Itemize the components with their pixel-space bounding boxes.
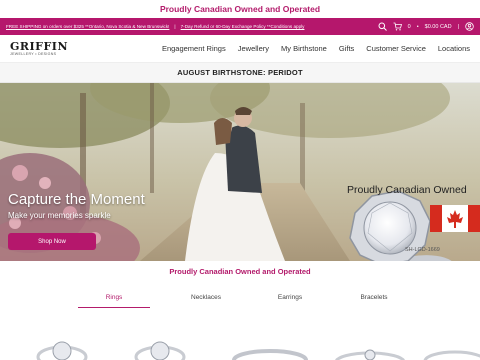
cart-count[interactable]: 0 (408, 24, 411, 30)
tab-bracelets[interactable]: Bracelets (346, 288, 402, 308)
account-icon[interactable] (465, 22, 474, 31)
product-image-1[interactable] (36, 341, 88, 360)
promo-separator: | (174, 24, 176, 29)
main-nav: Engagement Rings Jewellery My Birthstone… (162, 44, 470, 53)
logo-tagline: JEWELLERY • DESIGNS (10, 51, 57, 56)
nav-customer-service[interactable]: Customer Service (366, 44, 426, 53)
tab-necklaces[interactable]: Necklaces (178, 288, 234, 308)
promo-bar: FREE SHIPPING on orders over $325 **Onta… (0, 18, 480, 35)
promo-shipping-link[interactable]: FREE SHIPPING on orders over $325 **Onta… (6, 24, 169, 29)
promo-utilities: 0 • $0.00 CAD | (378, 22, 474, 31)
logo-wordmark: GRIFFIN (10, 39, 69, 53)
site-header: GRIFFIN JEWELLERY • DESIGNS Engagement R… (0, 35, 480, 63)
shop-now-button[interactable]: Shop Now (8, 233, 96, 250)
product-image-3[interactable] (232, 349, 308, 360)
tagline-bar: Proudly Canadian Owned and Operated (0, 261, 480, 281)
nav-locations[interactable]: Locations (438, 44, 470, 53)
tagline-text: Proudly Canadian Owned and Operated (169, 266, 311, 276)
site-logo[interactable]: GRIFFIN JEWELLERY • DESIGNS (10, 41, 68, 57)
birthstone-bar[interactable]: AUGUST BIRTHSTONE: PERIDOT (0, 63, 480, 83)
announcement-text: Proudly Canadian Owned and Operated (159, 4, 321, 14)
hero-subtitle: Make your memories sparkle (8, 211, 111, 220)
promo-refund-link[interactable]: 7-Day Refund or 60-Day Exchange Policy *… (181, 24, 305, 29)
tab-rings[interactable]: Rings (78, 288, 150, 308)
announcement-bar: Proudly Canadian Owned and Operated (0, 0, 480, 18)
hero-banner[interactable]: Capture the Moment Make your memories sp… (0, 83, 480, 261)
cart-icon[interactable] (393, 22, 402, 31)
nav-engagement-rings[interactable]: Engagement Rings (162, 44, 226, 53)
category-tabs: Rings Necklaces Earrings Bracelets (0, 281, 480, 315)
product-sku: SH-LGD-1669 (405, 247, 440, 253)
search-icon[interactable] (378, 22, 387, 31)
cart-total[interactable]: $0.00 CAD (425, 24, 452, 30)
tab-earrings[interactable]: Earrings (262, 288, 318, 308)
product-image-4[interactable] (335, 349, 405, 360)
hero-title: Capture the Moment (8, 191, 145, 208)
nav-jewellery[interactable]: Jewellery (238, 44, 269, 53)
nav-my-birthstone[interactable]: My Birthstone (281, 44, 327, 53)
canadian-owned-text: Proudly Canadian Owned (347, 184, 467, 196)
divider: | (457, 23, 459, 30)
birthstone-text: AUGUST BIRTHSTONE: PERIDOT (177, 68, 303, 77)
product-strip (0, 315, 480, 360)
cart-separator: • (416, 23, 419, 30)
nav-gifts[interactable]: Gifts (339, 44, 354, 53)
product-image-2[interactable] (134, 341, 186, 360)
product-image-5[interactable] (423, 350, 480, 360)
